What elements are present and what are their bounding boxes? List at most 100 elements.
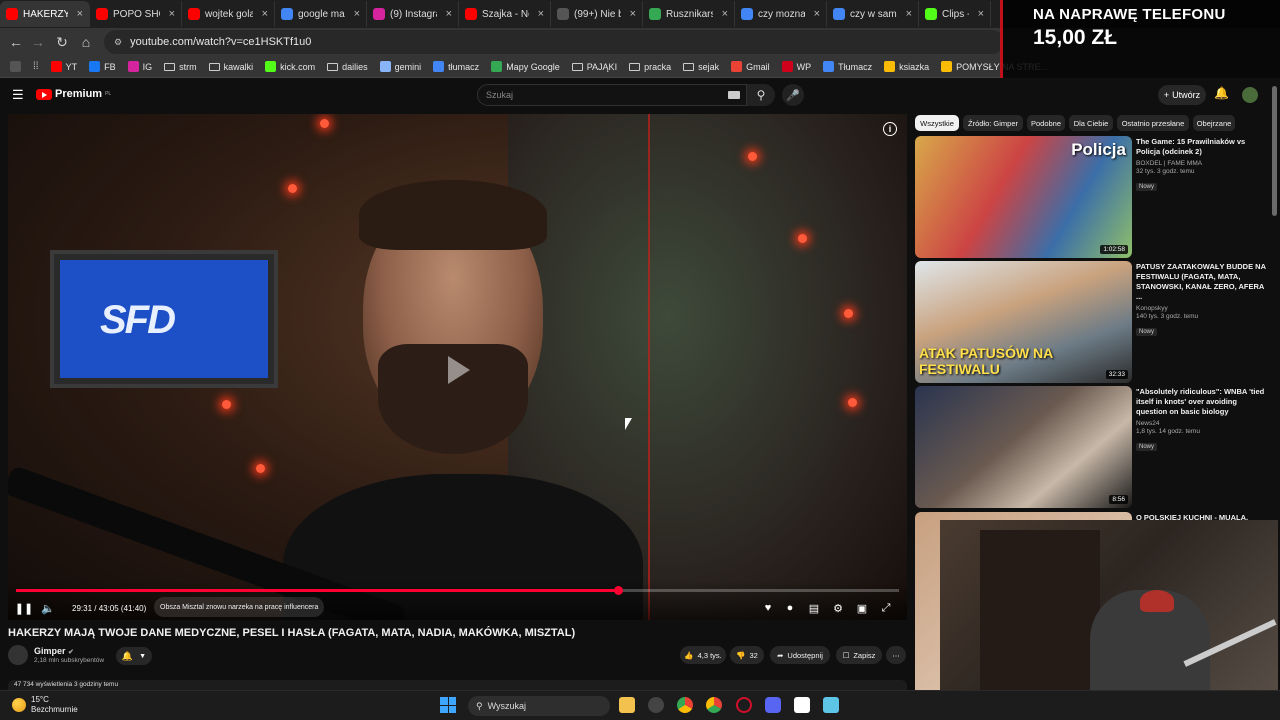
- bookmark-item[interactable]: kawalki: [203, 62, 260, 72]
- browser-tab[interactable]: Rusznikarska-De ×: [643, 1, 735, 27]
- bookmark-item[interactable]: dailies: [321, 62, 374, 72]
- bookmark-item[interactable]: WP: [776, 61, 818, 72]
- voice-search-icon[interactable]: 🎤: [782, 84, 804, 106]
- browser-tab[interactable]: wojtek gola ×: [182, 1, 275, 27]
- dislike-button[interactable]: 👎 32: [730, 646, 764, 664]
- filter-chip[interactable]: Źródło: Gimper: [963, 115, 1023, 131]
- url-field[interactable]: ⚙ youtube.com/watch?v=ce1HSKTf1u0: [104, 30, 1004, 54]
- chrome-icon[interactable]: [677, 697, 693, 713]
- search-button[interactable]: ⚲: [747, 84, 775, 106]
- settings-icon[interactable]: ⚙: [830, 600, 846, 616]
- related-info[interactable]: PATUSY ZAATAKOWAŁY BUDDE NA FESTIWALU (F…: [1136, 262, 1268, 338]
- close-tab-icon[interactable]: ×: [169, 8, 175, 20]
- subtitles-icon[interactable]: ▤: [806, 600, 822, 616]
- close-tab-icon[interactable]: ×: [538, 8, 544, 20]
- notifications-icon[interactable]: 🔔: [1214, 86, 1229, 100]
- like-button[interactable]: 👍 4,3 tys.: [680, 646, 726, 664]
- browser-tab[interactable]: Clips - Kick Dash ×: [919, 1, 991, 27]
- bookmark-item[interactable]: FB: [83, 61, 122, 72]
- chapter-title[interactable]: Obsza Misztal znowu narzeka na pracę inf…: [154, 597, 325, 617]
- taskbar-search[interactable]: ⚲ Wyszukaj: [468, 696, 610, 716]
- bookmark-item[interactable]: kick.com: [259, 61, 321, 72]
- browser-tab[interactable]: HAKERZY ×: [0, 1, 90, 27]
- forward-icon[interactable]: →: [26, 30, 50, 54]
- share-button[interactable]: ➦ Udostępnij: [770, 646, 830, 664]
- bookmark-item[interactable]: IG: [122, 61, 159, 72]
- progress-scrubber[interactable]: [613, 586, 623, 595]
- bookmark-item[interactable]: tłumacz: [427, 61, 485, 72]
- bookmark-item[interactable]: Tłumacz: [817, 61, 878, 72]
- create-button[interactable]: + Utwórz: [1158, 85, 1206, 105]
- related-thumbnail[interactable]: 8:56: [915, 386, 1132, 508]
- site-info-icon[interactable]: ⚙: [114, 37, 122, 48]
- bookmark-item[interactable]: strm: [158, 62, 203, 72]
- subscription-bell-button[interactable]: 🔔 ▼: [116, 647, 152, 665]
- close-tab-icon[interactable]: ×: [722, 8, 728, 20]
- browser-tab[interactable]: google maps ×: [275, 1, 367, 27]
- description-box[interactable]: 47 734 wyświetlenia 3 godziny temu: [8, 680, 907, 690]
- close-tab-icon[interactable]: ×: [77, 8, 83, 20]
- app-icon[interactable]: [648, 697, 664, 713]
- file-explorer-icon[interactable]: [619, 697, 635, 713]
- avatar[interactable]: [1242, 87, 1258, 103]
- apps-icon[interactable]: ⁞⁞: [27, 61, 45, 72]
- opera-icon[interactable]: [736, 697, 752, 713]
- reload-icon[interactable]: ↻: [50, 30, 74, 54]
- notepad-icon[interactable]: [823, 697, 839, 713]
- bookmark-item[interactable]: Mapy Google: [485, 61, 566, 72]
- progress-bar[interactable]: [16, 586, 899, 595]
- weather-widget[interactable]: 15°C Bezchmurnie: [12, 695, 78, 715]
- filter-chip[interactable]: Obejrzane: [1193, 115, 1235, 131]
- home-icon[interactable]: ⌂: [74, 30, 98, 54]
- scrollbar[interactable]: [1272, 86, 1277, 216]
- bookmark-item[interactable]: pracka: [623, 62, 677, 72]
- bookmark-icon[interactable]: [4, 61, 27, 72]
- browser-tab[interactable]: POPO SHOT ×: [90, 1, 182, 27]
- miniplayer-icon[interactable]: ▣: [854, 600, 870, 616]
- close-tab-icon[interactable]: ×: [814, 8, 820, 20]
- related-thumbnail[interactable]: Policja 1:02:58: [915, 136, 1132, 258]
- search-input[interactable]: Szukaj: [477, 84, 747, 106]
- youtube-logo[interactable]: Premium PL: [36, 88, 111, 100]
- close-tab-icon[interactable]: ×: [906, 8, 912, 20]
- menu-icon[interactable]: ☰: [12, 87, 24, 103]
- channel-avatar[interactable]: [8, 645, 28, 665]
- related-info[interactable]: "Absolutely ridiculous": WNBA 'tied itse…: [1136, 387, 1268, 453]
- bookmark-item[interactable]: gemini: [374, 61, 428, 72]
- video-player[interactable]: SFD i ❚❚ 🔈 29:31 / 43:05 (41:40) Obsza M…: [8, 114, 907, 620]
- browser-icon[interactable]: [706, 697, 722, 713]
- browser-tab[interactable]: (9) Instagram ×: [367, 1, 459, 27]
- close-tab-icon[interactable]: ×: [446, 8, 452, 20]
- bookmark-item[interactable]: PAJĄKI: [566, 62, 623, 72]
- close-tab-icon[interactable]: ×: [978, 8, 984, 20]
- windows-start-icon[interactable]: [440, 697, 456, 713]
- autoplay-toggle[interactable]: ●: [782, 600, 798, 616]
- filter-chip[interactable]: Podobne: [1027, 115, 1065, 131]
- filter-chip[interactable]: Ostatnio przesłane: [1117, 115, 1189, 131]
- close-tab-icon[interactable]: ×: [354, 8, 360, 20]
- bookmark-item[interactable]: sejak: [677, 62, 725, 72]
- related-thumbnail[interactable]: ATAK PATUSÓW NA FESTIWALU 32:33: [915, 261, 1132, 383]
- bookmark-item[interactable]: ksiazka: [878, 61, 935, 72]
- close-tab-icon[interactable]: ×: [630, 8, 636, 20]
- browser-tab[interactable]: czy mozna wziac ×: [735, 1, 827, 27]
- bookmark-item[interactable]: Gmail: [725, 61, 776, 72]
- bookmark-item[interactable]: YT: [45, 61, 84, 72]
- browser-tab[interactable]: (99+) Nie będę u ×: [551, 1, 643, 27]
- capcut-icon[interactable]: [794, 697, 810, 713]
- fullscreen-icon[interactable]: ⤢: [878, 600, 894, 616]
- browser-tab[interactable]: Szajka - Nowa H ×: [459, 1, 551, 27]
- back-icon[interactable]: ←: [4, 30, 28, 54]
- filter-chip[interactable]: Dla Ciebie: [1069, 115, 1113, 131]
- discord-icon[interactable]: [765, 697, 781, 713]
- volume-icon[interactable]: 🔈: [40, 600, 56, 616]
- browser-tab[interactable]: czy w samsungu ×: [827, 1, 919, 27]
- save-button[interactable]: ☐ Zapisz: [836, 646, 882, 664]
- more-actions-icon[interactable]: ⋯: [886, 646, 906, 664]
- info-icon[interactable]: i: [883, 122, 897, 136]
- filter-chip[interactable]: Wszystkie: [915, 115, 959, 131]
- pause-icon[interactable]: ❚❚: [15, 600, 33, 616]
- related-info[interactable]: The Game: 15 Prawilniaków vs Policja (od…: [1136, 137, 1268, 193]
- channel-name[interactable]: Gimper ✔: [34, 646, 74, 656]
- sponsor-icon[interactable]: ♥: [760, 600, 776, 616]
